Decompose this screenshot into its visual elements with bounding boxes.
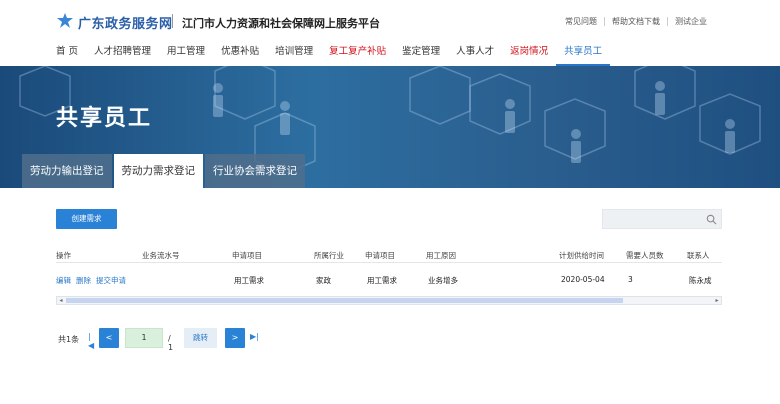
col-serial: 业务流水号 xyxy=(142,251,180,260)
cell-industry: 家政 xyxy=(316,276,331,285)
nav-recruitment[interactable]: 人才招聘管理 xyxy=(86,44,159,66)
submit-link[interactable]: 提交申请 xyxy=(96,275,126,286)
cell-headcount: 3 xyxy=(628,275,633,284)
col-actions: 操作 xyxy=(56,251,71,260)
table-header: 操作 业务流水号 申请项目 所属行业 申请项目 用工原因 计划供给时间 需要人员… xyxy=(56,250,722,263)
main-nav: 首 页 人才招聘管理 用工管理 优惠补贴 培训管理 复工复产补贴 鉴定管理 人事… xyxy=(48,44,611,66)
cell-reason: 业务增多 xyxy=(428,276,458,285)
prev-page-button[interactable]: < xyxy=(99,328,119,348)
tab-association-demand[interactable]: 行业协会需求登记 xyxy=(205,154,305,188)
scrollbar-thumb[interactable] xyxy=(66,298,623,303)
brand-title: 广东政务服务网 xyxy=(78,17,173,32)
tab-bar: 劳动力输出登记 劳动力需求登记 行业协会需求登记 xyxy=(22,154,307,188)
tab-labor-output[interactable]: 劳动力输出登记 xyxy=(22,154,112,188)
col-headcount: 需要人员数 xyxy=(626,251,664,260)
nav-resume-subsidy[interactable]: 复工复产补贴 xyxy=(321,44,394,66)
nav-shared-staff[interactable]: 共享员工 xyxy=(556,44,611,66)
link-help-docs[interactable]: 帮助文档下载 xyxy=(604,17,667,26)
nav-return-status[interactable]: 返岗情况 xyxy=(502,44,556,66)
col-project: 申请项目 xyxy=(232,251,262,260)
scroll-left-icon[interactable]: ◂ xyxy=(57,297,65,304)
horizontal-scrollbar[interactable]: ◂ ▸ xyxy=(56,296,722,305)
search-input[interactable] xyxy=(602,209,722,229)
page-total: / 1 xyxy=(168,334,174,352)
col-reason: 用工原因 xyxy=(426,251,456,260)
cell-project-2: 用工需求 xyxy=(367,276,397,285)
brand-separator xyxy=(172,14,173,28)
delete-link[interactable]: 删除 xyxy=(76,275,91,286)
first-page-icon[interactable]: |◀ xyxy=(88,332,94,350)
page-title: 共享员工 xyxy=(56,106,153,131)
link-faq[interactable]: 常见问题 xyxy=(558,17,604,26)
table-row: 编辑 删除 提交申请 用工需求 家政 用工需求 业务增多 2020-05-04 … xyxy=(56,275,722,287)
total-count: 共1条 xyxy=(58,335,80,344)
top-bar: 广东政务服务网 江门市人力资源和社会保障网上服务平台 常见问题 帮助文档下载 测… xyxy=(0,0,780,42)
nav-subsidy[interactable]: 优惠补贴 xyxy=(213,44,267,66)
nav-employment[interactable]: 用工管理 xyxy=(159,44,213,66)
col-supply-date: 计划供给时间 xyxy=(559,251,604,260)
top-links: 常见问题 帮助文档下载 测试企业 xyxy=(558,17,714,26)
platform-subtitle: 江门市人力资源和社会保障网上服务平台 xyxy=(182,17,380,30)
create-demand-button[interactable]: 创建需求 xyxy=(56,209,117,229)
nav-home[interactable]: 首 页 xyxy=(48,44,86,66)
logo-icon xyxy=(57,13,73,28)
edit-link[interactable]: 编辑 xyxy=(56,275,71,286)
tab-labor-demand[interactable]: 劳动力需求登记 xyxy=(113,154,203,188)
nav-appraisal[interactable]: 鉴定管理 xyxy=(394,44,448,66)
nav-personnel[interactable]: 人事人才 xyxy=(448,44,502,66)
cell-project: 用工需求 xyxy=(234,276,264,285)
page-input[interactable]: 1 xyxy=(125,328,163,348)
next-page-button[interactable]: > xyxy=(225,328,245,348)
link-account[interactable]: 测试企业 xyxy=(667,17,714,26)
nav-training[interactable]: 培训管理 xyxy=(267,44,321,66)
search-icon[interactable] xyxy=(706,214,717,225)
col-industry: 所属行业 xyxy=(314,251,344,260)
cell-contact: 陈永成 xyxy=(689,276,712,285)
scroll-right-icon[interactable]: ▸ xyxy=(713,297,721,304)
col-project-2: 申请项目 xyxy=(365,251,395,260)
jump-button[interactable]: 跳转 xyxy=(184,328,217,348)
last-page-icon[interactable]: ▶| xyxy=(250,332,259,341)
col-contact: 联系人 xyxy=(687,251,710,260)
cell-supply-date: 2020-05-04 xyxy=(561,275,605,284)
